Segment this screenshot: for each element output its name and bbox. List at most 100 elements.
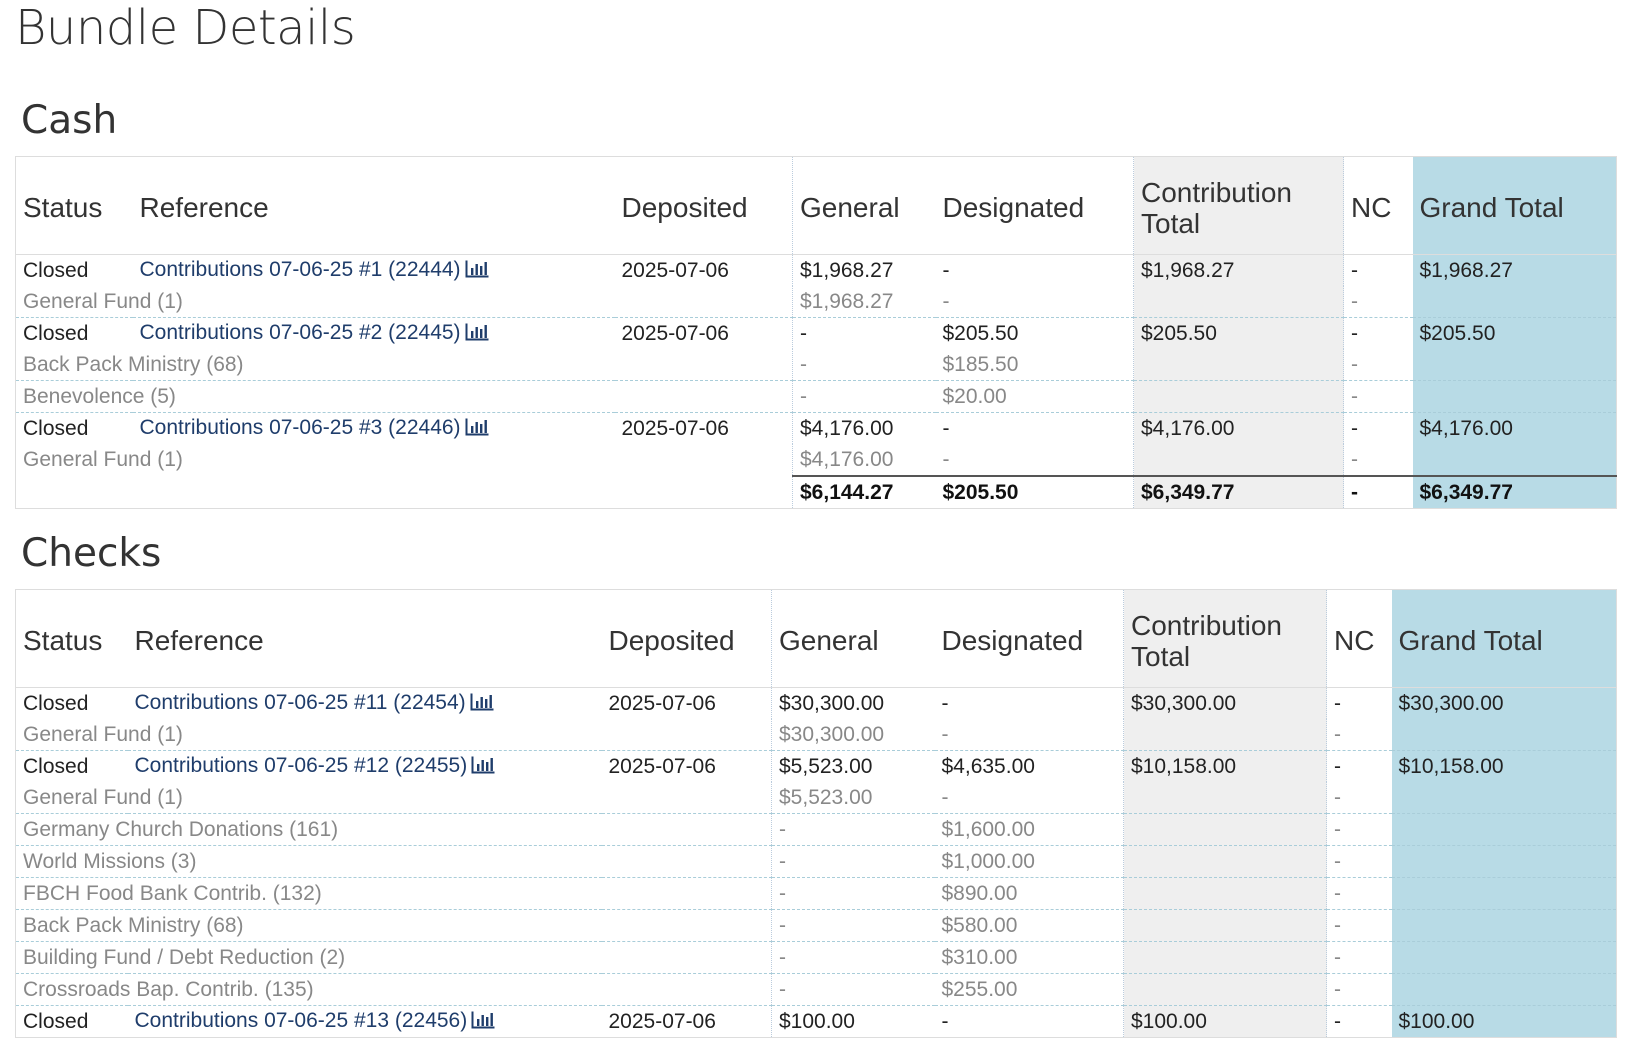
fund-nc: - [1326, 973, 1392, 1006]
bundle-nc: - [1326, 1005, 1392, 1038]
bundle-reference-link[interactable]: Contributions 07-06-25 #1 (22444) [140, 258, 461, 281]
bundle-reference-link[interactable]: Contributions 07-06-25 #2 (22445) [140, 321, 461, 344]
bundle-deposited: 2025-07-06 [621, 258, 729, 282]
bar-chart-icon[interactable] [465, 260, 489, 284]
header-row: Status Reference Deposited General Designate… [15, 589, 1617, 688]
fund-general: $1,968.27 [792, 286, 936, 318]
col-header-status: Status [15, 156, 133, 255]
bundle-reference-link[interactable]: Contributions 07-06-25 #12 (22455) [135, 754, 468, 777]
bar-chart-icon[interactable] [465, 323, 489, 347]
bundle-status: Closed [15, 1005, 128, 1038]
bundle-reference-cell: Contributions 07-06-25 #2 (22445) [132, 317, 615, 349]
fund-nc: - [1326, 782, 1392, 814]
fund-row: Germany Church Donations (161) - $1,600.00… [15, 813, 1617, 846]
bundle-general: $1,968.27 [792, 254, 936, 286]
fund-general: $5,523.00 [771, 782, 935, 814]
fund-row: General Fund (1) $5,523.00- - [16, 782, 1617, 814]
fund-general: - [771, 909, 935, 942]
fund-grand-total [1391, 719, 1617, 751]
fund-grand-total [1391, 845, 1617, 878]
fund-general: - [771, 877, 935, 910]
fund-designated: $1,600.00 [934, 813, 1124, 846]
fund-row: General Fund (1) $1,968.27- - [16, 286, 1617, 318]
fund-row: Crossroads Bap. Contrib. (135) - $255.00- [15, 973, 1617, 1006]
col-header-deposited: Deposited [614, 156, 793, 255]
fund-nc: - [1326, 719, 1392, 751]
col-header-contribution-total: Contribution Total [1133, 156, 1344, 255]
bar-chart-icon[interactable] [471, 1011, 495, 1035]
bundle-status: Closed [15, 412, 133, 444]
bundle-reference-link[interactable]: Contributions 07-06-25 #11 (22454) [135, 691, 466, 714]
fund-name: General Fund (1) [23, 785, 183, 809]
fund-designated: - [941, 785, 949, 809]
fund-name: FBCH Food Bank Contrib. (132) [15, 877, 772, 910]
fund-contribution-total [1123, 877, 1327, 910]
bundle-row: Closed Contributions 07-06-25 #12 (22455)… [15, 750, 1617, 782]
bundle-nc: - [1326, 687, 1392, 719]
bundle-grand-total: $1,968.27 [1412, 254, 1617, 286]
fund-designated: - [941, 722, 949, 746]
checks-table: Status Reference Deposited General Designate… [15, 589, 1617, 1038]
bundle-status: Closed [15, 750, 128, 782]
fund-nc: - [1343, 349, 1413, 381]
bundle-general: $4,176.00 [792, 412, 936, 444]
bundle-reference-link[interactable]: Contributions 07-06-25 #13 (22456) [135, 1009, 468, 1032]
bundle-grand-total: $30,300.00 [1391, 687, 1617, 719]
fund-nc: - [1326, 845, 1392, 878]
bundle-contribution-total: $205.50 [1133, 317, 1344, 349]
fund-nc: - [1326, 909, 1392, 942]
bundle-status: Closed [15, 317, 133, 349]
fund-grand-total [1391, 973, 1617, 1006]
bundle-reference-cell: Contributions 07-06-25 #3 (22446) [132, 412, 615, 444]
fund-nc: - [1326, 877, 1392, 910]
bundle-grand-total: $100.00 [1391, 1005, 1617, 1038]
fund-grand-total [1391, 877, 1617, 910]
col-header-designated: Designated [934, 589, 1124, 688]
fund-row: Back Pack Ministry (68) - $580.00- [15, 909, 1617, 942]
total-contribution-total: $6,349.77 [1133, 475, 1344, 509]
fund-nc: - [1343, 286, 1413, 318]
bundle-designated: - [935, 412, 1134, 444]
bundle-reference-link[interactable]: Contributions 07-06-25 #3 (22446) [140, 416, 461, 439]
fund-row: FBCH Food Bank Contrib. (132) - $890.00- [15, 877, 1617, 910]
fund-grand-total [1412, 444, 1617, 476]
bundle-row: Closed Contributions 07-06-25 #13 (22456)… [15, 1005, 1617, 1038]
bundle-row: Closed Contributions 07-06-25 #3 (22446) 2… [15, 412, 1617, 444]
fund-general: $30,300.00 [771, 719, 935, 751]
fund-row: World Missions (3) - $1,000.00- [15, 845, 1617, 878]
fund-row: Back Pack Ministry (68) - $185.50- [16, 349, 1617, 381]
bar-chart-icon[interactable] [465, 418, 489, 442]
fund-designated: $310.00 [934, 941, 1124, 974]
bundle-nc: - [1326, 750, 1392, 782]
bundle-grand-total: $10,158.00 [1391, 750, 1617, 782]
fund-contribution-total [1123, 909, 1327, 942]
fund-contribution-total [1123, 845, 1327, 878]
total-general: $6,144.27 [792, 475, 936, 509]
fund-general: $4,176.00 [792, 444, 936, 476]
bundle-general: $30,300.00 [771, 687, 935, 719]
fund-designated: $1,000.00 [934, 845, 1124, 878]
bundle-deposited: 2025-07-06 [614, 317, 793, 349]
bundle-status: Closed [23, 691, 89, 715]
fund-grand-total [1412, 380, 1617, 413]
bundle-designated: $205.50 [935, 317, 1134, 349]
bundle-reference-cell: Contributions 07-06-25 #12 (22455) [127, 750, 602, 782]
bundle-deposited: 2025-07-06 [608, 691, 716, 715]
fund-grand-total [1391, 909, 1617, 942]
fund-contribution-total [1123, 973, 1327, 1006]
fund-name: Germany Church Donations (161) [15, 813, 772, 846]
fund-contribution-total [1123, 719, 1327, 751]
bundle-reference-cell: Contributions 07-06-25 #1 (22444) [133, 255, 615, 287]
bar-chart-icon[interactable] [470, 693, 494, 717]
fund-name: Benevolence (5) [15, 380, 793, 413]
col-header-grand-total: Grand Total [1391, 589, 1617, 688]
bundle-row: Closed Contributions 07-06-25 #2 (22445) 2… [15, 317, 1617, 349]
bundle-contribution-total: $10,158.00 [1123, 750, 1327, 782]
fund-contribution-total [1133, 349, 1344, 381]
bundle-nc: - [1343, 254, 1413, 286]
col-header-nc: NC [1343, 156, 1413, 255]
bar-chart-icon[interactable] [471, 756, 495, 780]
bundle-nc: - [1343, 317, 1413, 349]
bundle-deposited: 2025-07-06 [601, 750, 772, 782]
col-header-status: Status [15, 589, 128, 688]
